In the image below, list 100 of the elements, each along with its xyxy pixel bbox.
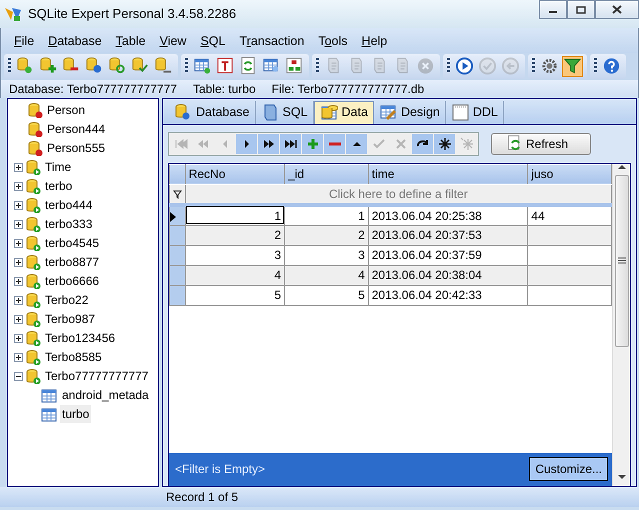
tree-item[interactable]: turbo — [60, 405, 92, 424]
status-text: Record 1 of 5 — [166, 488, 238, 506]
asterisk-icon — [460, 136, 474, 151]
table-cell: 1 — [185, 204, 285, 226]
tree-item[interactable]: Terbo987 — [43, 310, 98, 328]
expand-icon[interactable] — [14, 276, 23, 286]
tree-item[interactable]: Person444 — [45, 120, 108, 138]
database-icon — [25, 216, 41, 232]
asterisk-icon — [438, 136, 452, 151]
table-cell: 2013.06.04 20:42:33 — [368, 285, 528, 306]
menu-item[interactable]: Transaction — [232, 32, 312, 51]
expand-icon[interactable] — [14, 296, 23, 305]
close-button[interactable] — [595, 0, 639, 19]
menu-item[interactable]: Table — [108, 32, 153, 51]
database-icon — [27, 121, 43, 138]
filter-icon — [563, 56, 582, 76]
back-icon — [501, 56, 520, 76]
tab[interactable]: DDL — [446, 100, 504, 124]
tree-item[interactable]: terbo444 — [43, 196, 94, 214]
database-icon — [25, 330, 41, 346]
menu-item[interactable]: File — [7, 32, 42, 51]
play-button[interactable] — [454, 56, 475, 77]
tab[interactable]: Data — [314, 100, 374, 124]
database-icon — [174, 103, 192, 122]
refresh-button[interactable]: Refresh — [491, 132, 592, 155]
database-icon — [25, 349, 41, 366]
database-label: Database: Terbo777777777777 — [9, 80, 177, 98]
minus-button[interactable] — [324, 134, 345, 154]
scrollbar[interactable] — [612, 164, 630, 486]
table-icon — [40, 406, 58, 422]
column-header[interactable]: time — [368, 164, 528, 184]
expand-icon[interactable] — [14, 334, 23, 343]
table-icon — [40, 387, 58, 404]
table-cell: 4 — [284, 265, 368, 286]
tree-item[interactable]: Terbo77777777777 — [43, 367, 150, 386]
expand-icon[interactable] — [14, 162, 23, 172]
maximize-button[interactable] — [567, 0, 595, 19]
tree-item[interactable]: Time — [43, 158, 74, 176]
cancel-icon — [416, 56, 435, 76]
asterisk-button[interactable] — [434, 134, 455, 154]
tree-item[interactable]: Terbo8585 — [43, 348, 104, 366]
expand-icon[interactable] — [14, 182, 23, 191]
maximize-icon — [576, 6, 586, 14]
fast-forward-button[interactable] — [258, 134, 279, 154]
menu-item[interactable]: Database — [41, 32, 109, 51]
menu-item[interactable]: Tools — [311, 32, 355, 51]
menu-item[interactable]: View — [152, 32, 194, 51]
last-button[interactable] — [280, 134, 301, 154]
column-header[interactable]: _id — [284, 164, 368, 184]
tree-item[interactable]: Terbo123456 — [43, 329, 118, 348]
expand-icon[interactable] — [14, 314, 23, 324]
customize-button[interactable]: Customize... — [529, 457, 608, 482]
tree-item[interactable]: Person555 — [45, 139, 108, 158]
scroll-down-icon — [618, 474, 626, 480]
column-header[interactable]: juso — [528, 164, 612, 184]
table-cell: 3 — [284, 245, 368, 266]
help-icon — [602, 56, 621, 76]
first-icon — [174, 136, 188, 151]
tree-item[interactable]: terbo333 — [43, 215, 94, 234]
table-cell: 44 — [528, 204, 612, 226]
filter-button[interactable] — [562, 56, 583, 77]
filter-row[interactable]: Click here to define a filter — [185, 184, 612, 205]
expand-icon[interactable] — [14, 220, 23, 229]
menu-item[interactable]: Help — [354, 32, 394, 51]
database-icon — [27, 102, 43, 118]
database-icon — [25, 159, 41, 176]
database-icon — [25, 235, 41, 252]
expand-icon[interactable] — [14, 238, 23, 248]
database-icon — [25, 292, 41, 308]
menu-item[interactable]: SQL — [193, 32, 232, 51]
table-cell: 1 — [284, 204, 368, 226]
document-icon — [450, 103, 469, 122]
expand-icon[interactable] — [14, 200, 23, 210]
minimize-button[interactable] — [539, 0, 567, 19]
grip-icon — [618, 257, 626, 264]
up-button[interactable] — [346, 134, 367, 154]
check-icon — [478, 56, 497, 76]
tree-item[interactable]: android_metada — [60, 386, 151, 404]
refresh-icon — [506, 134, 520, 153]
tree-item[interactable]: terbo4545 — [43, 234, 102, 252]
cross-icon — [394, 136, 408, 151]
next-button[interactable] — [236, 134, 257, 154]
table-pencil-icon — [378, 103, 397, 122]
tree-item[interactable]: terbo6666 — [43, 272, 102, 290]
scroll-up-icon — [618, 164, 626, 169]
table-cell: 2013.06.04 20:37:53 — [368, 225, 528, 246]
table-new-icon — [193, 56, 212, 76]
collapse-icon[interactable] — [14, 372, 23, 381]
redo-button[interactable] — [412, 134, 433, 154]
tree-item[interactable]: terbo — [43, 177, 74, 196]
database-icon — [25, 273, 41, 290]
expand-icon[interactable] — [14, 352, 23, 362]
tree-item[interactable]: Person — [45, 101, 88, 120]
database-icon — [27, 140, 43, 156]
tree-item[interactable]: terbo8877 — [43, 253, 102, 272]
column-header[interactable]: RecNo — [185, 164, 285, 184]
database-icon — [25, 178, 41, 194]
file-label: File: Terbo777777777777.db — [272, 80, 424, 98]
tree-item[interactable]: Terbo22 — [43, 291, 90, 310]
expand-icon[interactable] — [14, 258, 23, 267]
